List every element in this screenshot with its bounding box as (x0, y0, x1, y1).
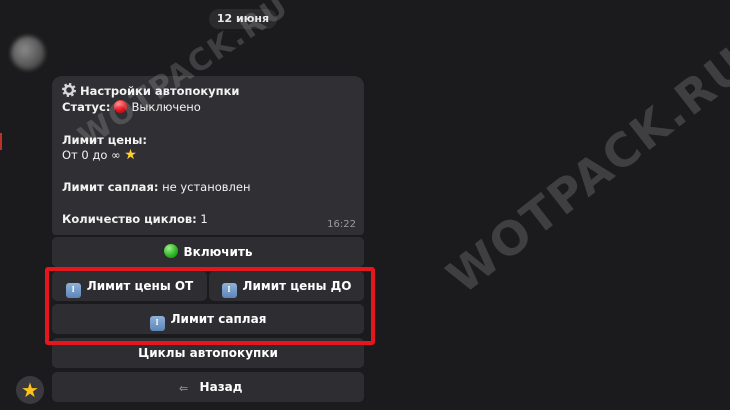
price-from-label: Лимит цены ОТ (86, 279, 194, 293)
autobuy-cycles-label: Циклы автопокупки (138, 346, 278, 360)
watermark: WOTPACK.RU (436, 36, 730, 305)
back-button-label: Назад (199, 380, 243, 394)
cycles-row: Количество циклов: 1 (62, 212, 208, 226)
sapling-limit-value: не установлен (162, 180, 251, 194)
autobuy-cycles-button[interactable]: Циклы автопокупки (52, 338, 364, 368)
green-circle-icon (163, 244, 178, 258)
price-limit-row: От 0 до ∞ ★ (62, 148, 137, 162)
sender-name[interactable] (58, 42, 156, 58)
sapling-limit-row: Лимит саплая: не установлен (62, 180, 251, 194)
cycles-value: 1 (200, 212, 208, 226)
supply-limit-label: Лимит саплая (170, 312, 267, 326)
supply-limit-button[interactable]: ⁞ Лимит саплая (52, 304, 364, 334)
price-to-button[interactable]: ⁞ Лимит цены ДО (209, 271, 364, 301)
numbers-keycap-icon: ⁞ (65, 283, 81, 298)
bot-avatar[interactable]: ★ (16, 376, 44, 404)
sender-avatar[interactable] (11, 36, 45, 70)
price-to-label: Лимит цены ДО (242, 279, 352, 293)
back-button[interactable]: ⇐ Назад (52, 372, 364, 402)
message-time: 16:22 (327, 219, 356, 230)
enable-button[interactable]: Включить (52, 237, 364, 267)
cycles-label: Количество циклов: (62, 212, 197, 226)
gear-icon (62, 83, 76, 97)
message-bubble: Настройки автопокупки Статус: Выключено Л… (52, 76, 364, 235)
unread-marker (0, 133, 2, 150)
star-icon: ★ (124, 147, 137, 163)
star-icon: ★ (21, 378, 39, 402)
price-from-button[interactable]: ⁞ Лимит цены ОТ (52, 271, 207, 301)
enable-button-label: Включить (183, 245, 253, 259)
sapling-limit-label: Лимит саплая: (62, 180, 159, 194)
back-arrow-icon: ⇐ (178, 382, 189, 395)
numbers-keycap-icon: ⁞ (221, 283, 237, 298)
numbers-keycap-icon: ⁞ (149, 316, 165, 331)
